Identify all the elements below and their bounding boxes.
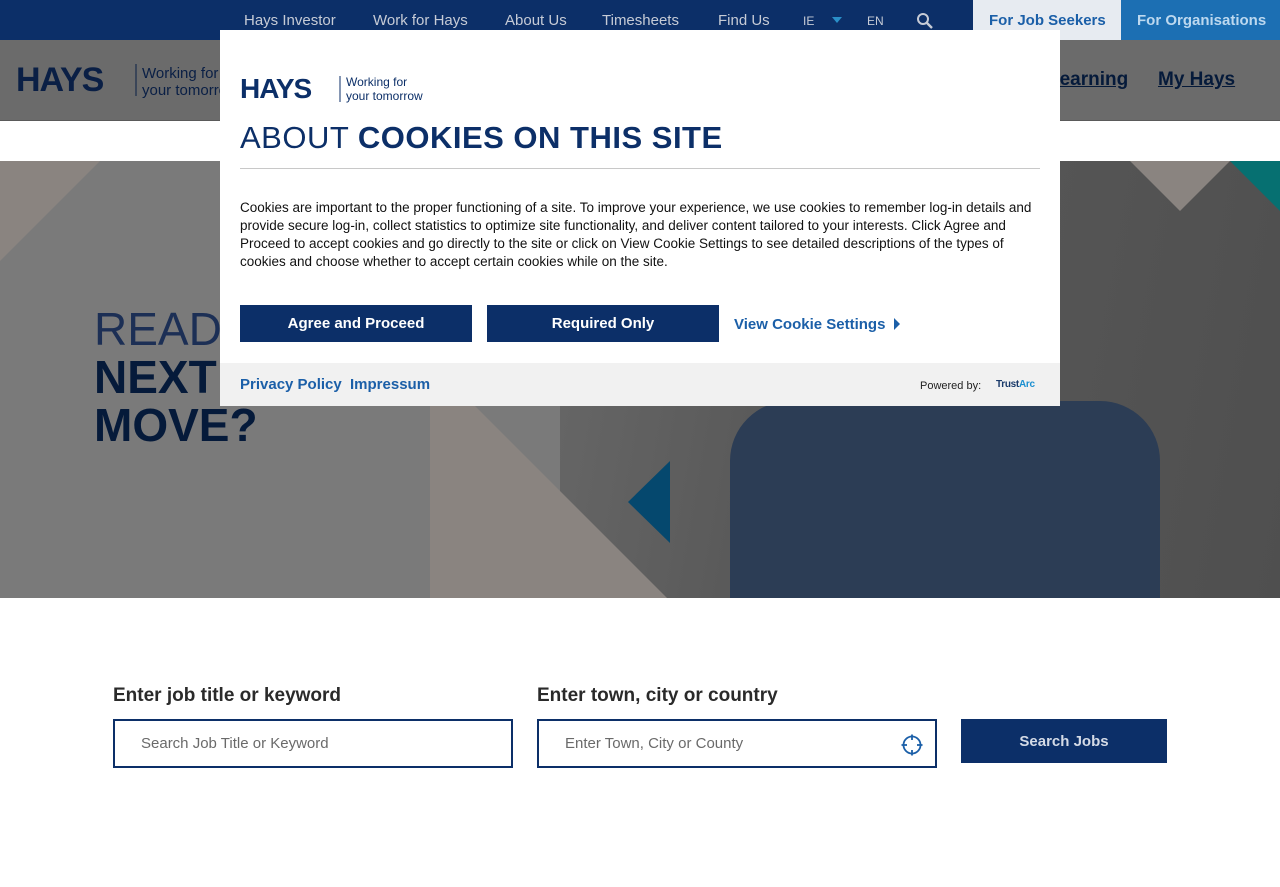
- privacy-policy-link[interactable]: Privacy Policy: [240, 376, 342, 393]
- dialog-footer: Privacy Policy Impressum Powered by: Tru…: [220, 363, 1060, 406]
- view-cookie-settings-link[interactable]: View Cookie Settings: [734, 316, 885, 333]
- hero-top-triangle: [1130, 161, 1230, 211]
- country-selector[interactable]: IE: [803, 14, 814, 28]
- keyword-input[interactable]: [115, 721, 511, 766]
- language-selector[interactable]: EN: [867, 14, 884, 28]
- tab-organisations[interactable]: For Organisations: [1121, 0, 1280, 40]
- trustarc-logo-b: Arc: [1018, 379, 1035, 390]
- logo-wordmark: HAYS: [16, 62, 104, 99]
- hero-person-shirt: [730, 401, 1160, 598]
- dialog-title-bold: COOKIES ON THIS SITE: [357, 120, 723, 155]
- search-icon[interactable]: [916, 12, 934, 30]
- dialog-divider: [240, 168, 1040, 169]
- powered-by-label: Powered by:: [920, 380, 982, 392]
- dialog-body-text: Cookies are important to the proper func…: [240, 200, 1032, 269]
- chevron-right-icon: [894, 318, 900, 330]
- location-field: [537, 719, 937, 768]
- link-work-for-hays[interactable]: Work for Hays: [373, 12, 468, 29]
- nav-my-hays[interactable]: My Hays: [1158, 69, 1235, 91]
- impressum-link[interactable]: Impressum: [350, 376, 430, 393]
- chevron-down-icon[interactable]: [832, 17, 842, 23]
- hero-headline-line3: MOVE?: [94, 399, 258, 451]
- hero-blue-triangle: [628, 461, 670, 543]
- dialog-title: ABOUT COOKIES ON THIS SITE: [240, 120, 723, 156]
- cookie-consent-dialog: HAYS Working for your tomorrow ABOUT COO…: [220, 30, 1060, 406]
- hero-teal-triangle: [1230, 161, 1280, 211]
- link-find-us[interactable]: Find Us: [718, 12, 770, 29]
- nav-learning[interactable]: Learning: [1048, 69, 1128, 91]
- hero-corner-shape: [0, 161, 100, 261]
- tab-job-seekers-label: For Job Seekers: [989, 12, 1106, 29]
- location-input[interactable]: [539, 721, 935, 766]
- link-hays-investor[interactable]: Hays Investor: [244, 12, 336, 29]
- hays-logo[interactable]: HAYS Working for your tomorrow: [16, 61, 238, 107]
- trustarc-logo-a: Trust: [996, 379, 1019, 390]
- hero-headline-line2: NEXT: [94, 351, 217, 403]
- dialog-logo-tagline-2: your tomorrow: [346, 89, 423, 103]
- link-about-us[interactable]: About Us: [505, 12, 567, 29]
- agree-and-proceed-button[interactable]: Agree and Proceed: [240, 305, 472, 342]
- keyword-field: [113, 719, 513, 768]
- locate-crosshair-icon[interactable]: [901, 734, 923, 756]
- link-timesheets[interactable]: Timesheets: [602, 12, 679, 29]
- dialog-logo-wordmark: HAYS: [240, 74, 312, 104]
- dialog-logo-tagline-1: Working for: [346, 75, 407, 89]
- required-only-button[interactable]: Required Only: [487, 305, 719, 342]
- trustarc-logo: TrustArc: [996, 379, 1035, 390]
- keyword-label: Enter job title or keyword: [113, 685, 342, 706]
- search-jobs-button[interactable]: Search Jobs: [961, 719, 1167, 763]
- dialog-title-light: ABOUT: [240, 120, 358, 155]
- tab-organisations-label: For Organisations: [1137, 12, 1267, 29]
- logo-tagline-1: Working for: [142, 65, 218, 82]
- location-label: Enter town, city or country: [537, 685, 778, 706]
- dialog-hays-logo: HAYS Working for your tomorrow: [240, 74, 423, 104]
